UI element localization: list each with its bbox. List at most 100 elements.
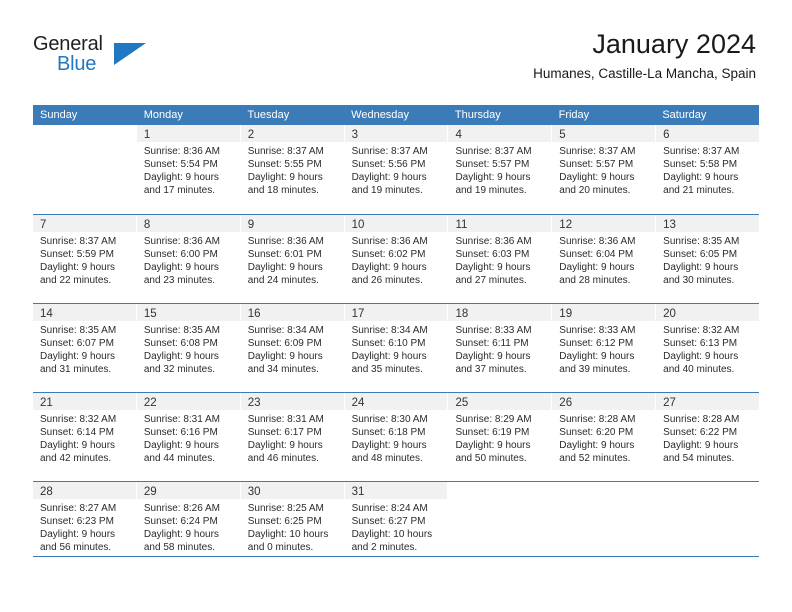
day-info-line: Sunrise: 8:32 AM <box>663 325 740 336</box>
day-number: 14 <box>40 308 53 320</box>
calendar-day-cell[interactable]: 13 Sunrise: 8:35 AM Sunset: 6:05 PM Dayligh… <box>656 215 760 303</box>
day-info-line: Daylight: 9 hours <box>247 351 323 362</box>
day-number: 13 <box>663 219 676 231</box>
day-sun-info: Sunrise: 8:34 AM Sunset: 6:09 PM Daylight:… <box>241 321 344 376</box>
day-info-line: Sunrise: 8:27 AM <box>40 503 117 514</box>
calendar-day-cell[interactable]: 24 Sunrise: 8:30 AM Sunset: 6:18 PM Dayligh… <box>344 393 449 481</box>
calendar-day-cell[interactable]: 21 Sunrise: 8:32 AM Sunset: 6:14 PM Dayligh… <box>33 393 137 481</box>
day-sun-info: Sunrise: 8:36 AM Sunset: 5:54 PM Daylight:… <box>137 142 240 197</box>
calendar-day-cell[interactable]: 9 Sunrise: 8:36 AM Sunset: 6:01 PM Daylight… <box>240 215 345 303</box>
calendar-day-cell[interactable]: 16 Sunrise: 8:34 AM Sunset: 6:09 PM Dayligh… <box>240 304 345 392</box>
day-info-line: Daylight: 9 hours <box>559 440 635 451</box>
day-info-line: Sunrise: 8:35 AM <box>40 325 117 336</box>
day-number-band: 25 <box>448 393 552 410</box>
day-number: 26 <box>559 397 573 409</box>
day-number-band: 13 <box>656 215 760 232</box>
day-info-line: Sunset: 6:07 PM <box>40 338 114 349</box>
day-info-line: Daylight: 9 hours <box>351 351 427 362</box>
day-number-band <box>448 482 552 499</box>
weekday-header-thursday: Thursday <box>454 109 501 121</box>
day-number: 30 <box>247 486 261 498</box>
day-number: 6 <box>663 129 670 141</box>
calendar-day-cell[interactable]: 10 Sunrise: 8:36 AM Sunset: 6:02 PM Dayligh… <box>344 215 449 303</box>
day-sun-info: Sunrise: 8:37 AM Sunset: 5:57 PM Daylight:… <box>552 142 655 197</box>
calendar-day-cell[interactable]: 6 Sunrise: 8:37 AM Sunset: 5:58 PM Daylight… <box>656 125 760 214</box>
day-info-line: Sunset: 6:01 PM <box>247 249 322 260</box>
day-sun-info: Sunrise: 8:28 AM Sunset: 6:22 PM Daylight:… <box>656 410 759 465</box>
weekday-header-tuesday: Tuesday <box>247 109 290 121</box>
day-number: 18 <box>455 308 469 320</box>
triangle-icon <box>114 43 146 65</box>
page-title: January 2024 <box>592 29 756 59</box>
calendar-week-row: 1 Sunrise: 8:36 AM Sunset: 5:54 PM Daylight… <box>33 125 760 214</box>
calendar-day-cell[interactable]: 5 Sunrise: 8:37 AM Sunset: 5:57 PM Daylight… <box>552 125 657 214</box>
weekday-header-friday: Friday <box>558 109 590 121</box>
calendar-day-cell[interactable]: 23 Sunrise: 8:31 AM Sunset: 6:17 PM Dayligh… <box>240 393 345 481</box>
page-header: General Blue January 2024 Humanes, Casti… <box>0 0 792 81</box>
day-number-band: 5 <box>552 125 656 142</box>
calendar-day-cell[interactable]: 19 Sunrise: 8:33 AM Sunset: 6:12 PM Dayligh… <box>552 304 657 392</box>
calendar-bottom-rule <box>33 556 759 557</box>
calendar-day-cell[interactable]: 15 Sunrise: 8:35 AM Sunset: 6:08 PM Dayligh… <box>136 304 241 392</box>
day-sun-info: Sunrise: 8:37 AM Sunset: 5:58 PM Daylight:… <box>656 142 759 197</box>
day-info-line: Daylight: 9 hours <box>351 262 427 273</box>
calendar-day-cell[interactable]: 12 Sunrise: 8:36 AM Sunset: 6:04 PM Dayligh… <box>552 215 657 303</box>
calendar-day-cell[interactable]: 25 Sunrise: 8:29 AM Sunset: 6:19 PM Dayligh… <box>448 393 553 481</box>
day-info-line: Sunset: 5:56 PM <box>351 159 426 170</box>
day-info-line: Daylight: 10 hours <box>247 529 329 540</box>
day-info-line: Sunset: 5:58 PM <box>663 159 738 170</box>
day-info-line: Sunset: 6:16 PM <box>143 427 218 438</box>
day-sun-info: Sunrise: 8:25 AM Sunset: 6:25 PM Daylight:… <box>241 499 344 554</box>
day-info-line: Sunset: 6:20 PM <box>559 427 634 438</box>
day-info-line: Sunrise: 8:36 AM <box>455 236 532 247</box>
page-subtitle: Humanes, Castille-La Mancha, Spain <box>533 66 756 81</box>
calendar-week-row: 21 Sunrise: 8:32 AM Sunset: 6:14 PM Dayligh… <box>33 392 760 481</box>
weekday-header-row: Sunday Monday Tuesday Wednesday Thursday Frid… <box>33 105 759 125</box>
day-info-line: and 52 minutes. <box>559 453 631 464</box>
calendar-day-cell[interactable]: 20 Sunrise: 8:32 AM Sunset: 6:13 PM Dayligh… <box>656 304 760 392</box>
day-info-line: and 50 minutes. <box>455 453 527 464</box>
day-info-line: Sunset: 6:17 PM <box>247 427 322 438</box>
day-info-line: Sunset: 6:08 PM <box>143 338 218 349</box>
day-info-line: and 54 minutes. <box>663 453 735 464</box>
calendar-day-cell[interactable]: 7 Sunrise: 8:37 AM Sunset: 5:59 PM Daylight… <box>33 215 137 303</box>
calendar-day-cell[interactable]: 14 Sunrise: 8:35 AM Sunset: 6:07 PM Dayligh… <box>33 304 137 392</box>
day-number-band: 10 <box>344 215 448 232</box>
calendar-day-cell[interactable]: 3 Sunrise: 8:37 AM Sunset: 5:56 PM Daylight… <box>344 125 449 214</box>
calendar-day-cell[interactable]: 26 Sunrise: 8:28 AM Sunset: 6:20 PM Dayligh… <box>552 393 657 481</box>
day-info-line: and 34 minutes. <box>247 364 319 375</box>
day-info-line: Sunset: 6:14 PM <box>40 427 114 438</box>
calendar-day-cell-empty <box>33 125 137 214</box>
calendar-day-cell[interactable]: 4 Sunrise: 8:37 AM Sunset: 5:57 PM Daylight… <box>448 125 553 214</box>
calendar-day-cell[interactable]: 22 Sunrise: 8:31 AM Sunset: 6:16 PM Dayligh… <box>136 393 241 481</box>
day-number: 15 <box>143 308 157 320</box>
day-info-line: Sunrise: 8:31 AM <box>247 414 324 425</box>
calendar-week-row: 14 Sunrise: 8:35 AM Sunset: 6:07 PM Dayligh… <box>33 303 760 392</box>
general-blue-logo[interactable]: General Blue <box>33 33 146 77</box>
day-number-band: 6 <box>656 125 760 142</box>
day-number: 31 <box>351 486 365 498</box>
calendar-day-cell[interactable]: 2 Sunrise: 8:37 AM Sunset: 5:55 PM Daylight… <box>240 125 345 214</box>
day-info-line: Daylight: 9 hours <box>40 351 116 362</box>
calendar-day-cell[interactable]: 8 Sunrise: 8:36 AM Sunset: 6:00 PM Daylight… <box>136 215 241 303</box>
day-number: 12 <box>559 219 573 231</box>
day-number-band: 24 <box>344 393 448 410</box>
calendar-day-cell[interactable]: 18 Sunrise: 8:33 AM Sunset: 6:11 PM Dayligh… <box>448 304 553 392</box>
day-number: 20 <box>663 308 676 320</box>
day-sun-info: Sunrise: 8:29 AM Sunset: 6:19 PM Daylight:… <box>448 410 551 465</box>
day-info-line: Daylight: 9 hours <box>247 172 323 183</box>
day-info-line: Sunset: 6:05 PM <box>663 249 738 260</box>
day-number-band: 2 <box>240 125 344 142</box>
calendar-day-cell[interactable]: 1 Sunrise: 8:36 AM Sunset: 5:54 PM Daylight… <box>136 125 241 214</box>
calendar-day-cell[interactable]: 11 Sunrise: 8:36 AM Sunset: 6:03 PM Dayligh… <box>448 215 553 303</box>
calendar-day-cell[interactable]: 17 Sunrise: 8:34 AM Sunset: 6:10 PM Dayligh… <box>344 304 449 392</box>
title-block: January 2024 Humanes, Castille-La Mancha… <box>533 28 756 84</box>
day-info-line: Daylight: 9 hours <box>559 172 635 183</box>
day-info-line: and 46 minutes. <box>247 453 319 464</box>
calendar-day-cell[interactable]: 27 Sunrise: 8:28 AM Sunset: 6:22 PM Dayligh… <box>656 393 760 481</box>
day-info-line: and 19 minutes. <box>455 185 527 196</box>
day-info-line: Sunrise: 8:37 AM <box>40 236 117 247</box>
day-number-band <box>656 482 760 499</box>
day-info-line: Sunset: 5:55 PM <box>247 159 322 170</box>
day-number-band: 29 <box>136 482 240 499</box>
